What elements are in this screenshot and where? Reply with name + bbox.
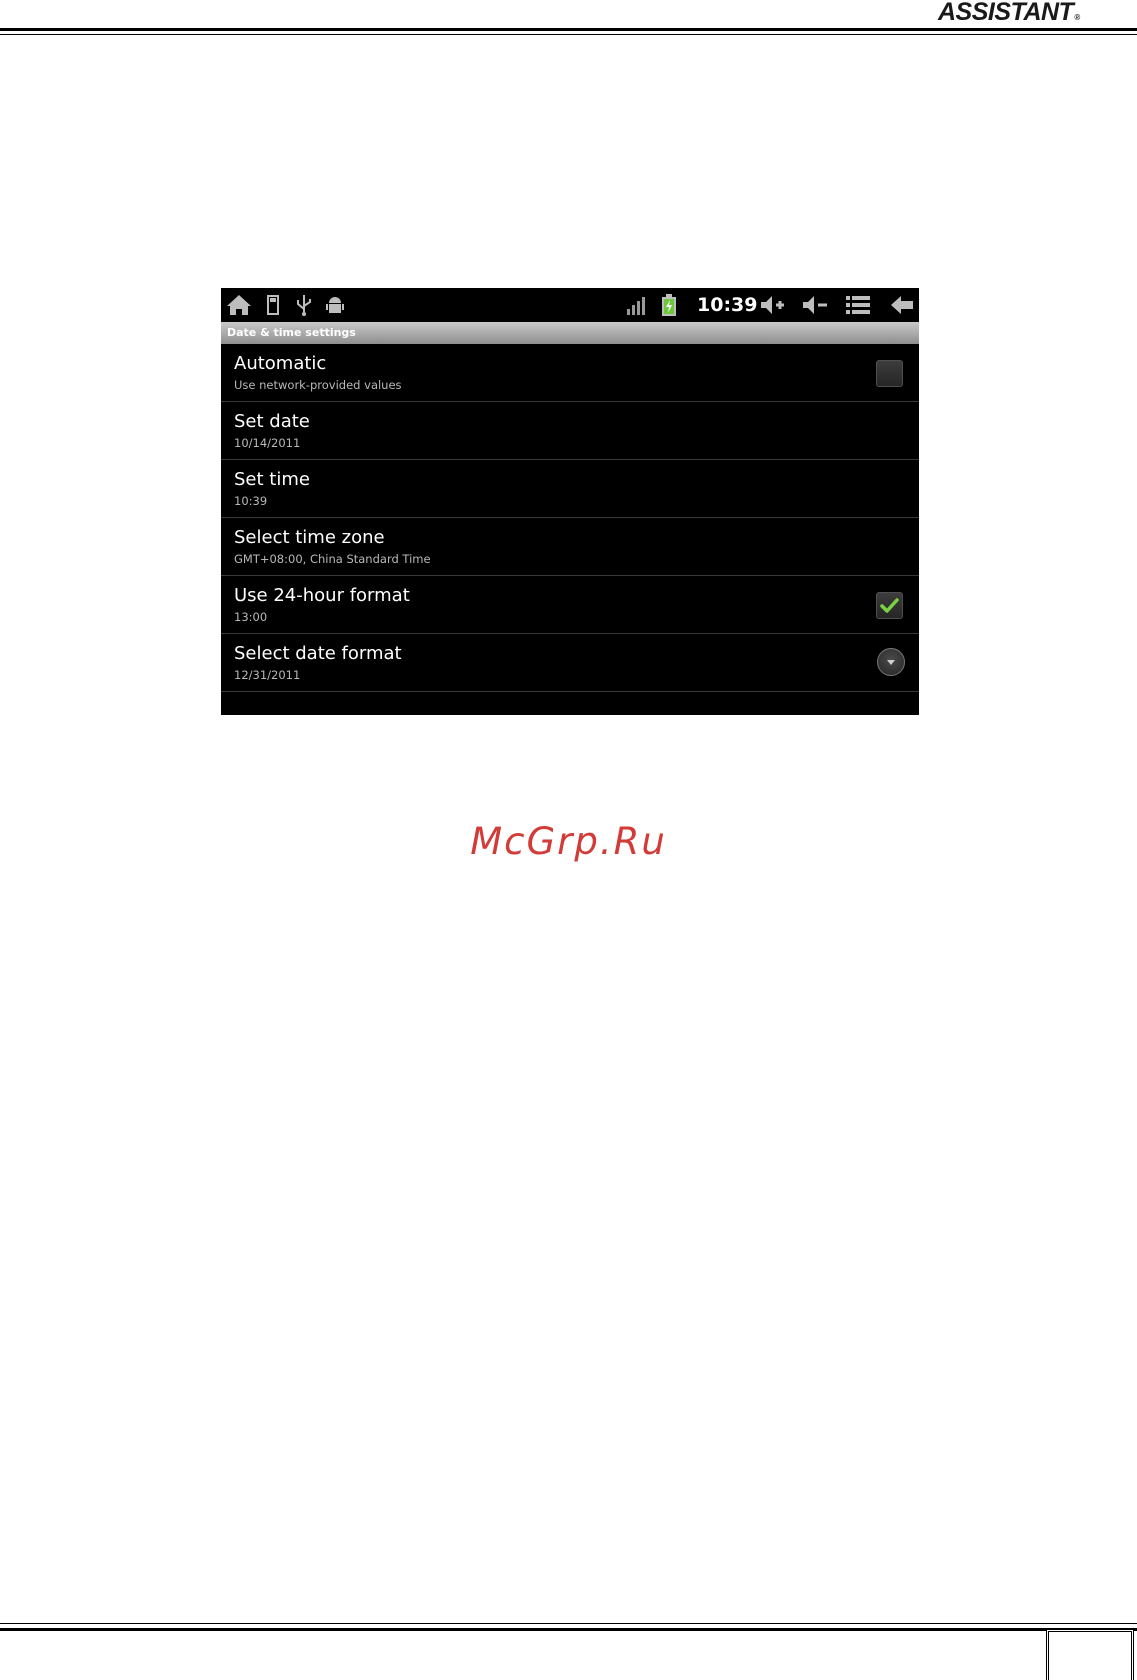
usb-icon <box>297 295 311 316</box>
automatic-checkbox[interactable] <box>876 360 903 387</box>
chevron-down-icon <box>887 660 895 665</box>
volume-up-icon[interactable] <box>759 293 787 317</box>
status-bar: 10:39 <box>221 288 919 322</box>
status-time: 10:39 <box>697 294 758 316</box>
battery-charging-icon <box>662 294 676 316</box>
checkmark-icon <box>880 598 899 613</box>
setting-summary: 13:00 <box>234 610 268 624</box>
signal-icon <box>627 297 645 315</box>
page-number-box <box>1046 1629 1134 1680</box>
setting-date-format[interactable]: Select date format 12/31/2011 <box>221 634 919 692</box>
setting-automatic[interactable]: Automatic Use network-provided values <box>221 344 919 402</box>
device-screen: 10:39 Date & time settings Automatic Use… <box>221 288 919 715</box>
setting-set-time[interactable]: Set time 10:39 <box>221 460 919 518</box>
setting-24-hour[interactable]: Use 24-hour format 13:00 <box>221 576 919 634</box>
menu-icon[interactable] <box>845 293 871 317</box>
brand-logo: ASSISTANT® <box>938 0 1088 26</box>
24-hour-checkbox[interactable] <box>876 592 903 619</box>
setting-set-date[interactable]: Set date 10/14/2011 <box>221 402 919 460</box>
setting-time-zone[interactable]: Select time zone GMT+08:00, China Standa… <box>221 518 919 576</box>
sd-card-icon <box>267 295 279 315</box>
setting-summary: 10:39 <box>234 494 268 508</box>
setting-title: Set date <box>234 411 310 432</box>
setting-summary: Use network-provided values <box>234 378 402 392</box>
setting-title: Set time <box>234 469 310 490</box>
setting-summary: 10/14/2011 <box>234 436 301 450</box>
footer-rule-thin <box>0 1623 1137 1624</box>
volume-down-icon[interactable] <box>801 293 829 317</box>
home-icon[interactable] <box>225 293 253 317</box>
setting-title: Use 24-hour format <box>234 585 410 606</box>
brand-text: ASSISTANT <box>938 0 1074 26</box>
setting-summary: GMT+08:00, China Standard Time <box>234 552 431 566</box>
screen-title-bar: Date & time settings <box>221 322 919 344</box>
header-rule <box>0 28 1137 31</box>
screen-title: Date & time settings <box>227 326 356 339</box>
setting-title: Automatic <box>234 353 327 374</box>
setting-summary: 12/31/2011 <box>234 668 301 682</box>
setting-title: Select time zone <box>234 527 385 548</box>
setting-title: Select date format <box>234 643 402 664</box>
android-debug-icon <box>326 297 344 313</box>
registered-mark: ® <box>1074 13 1080 22</box>
header-rule-thin <box>0 34 1137 35</box>
footer-rule <box>0 1628 1137 1631</box>
watermark: McGrp.Ru <box>470 820 667 863</box>
date-format-dropdown[interactable] <box>877 648 905 676</box>
back-icon[interactable] <box>889 293 915 317</box>
